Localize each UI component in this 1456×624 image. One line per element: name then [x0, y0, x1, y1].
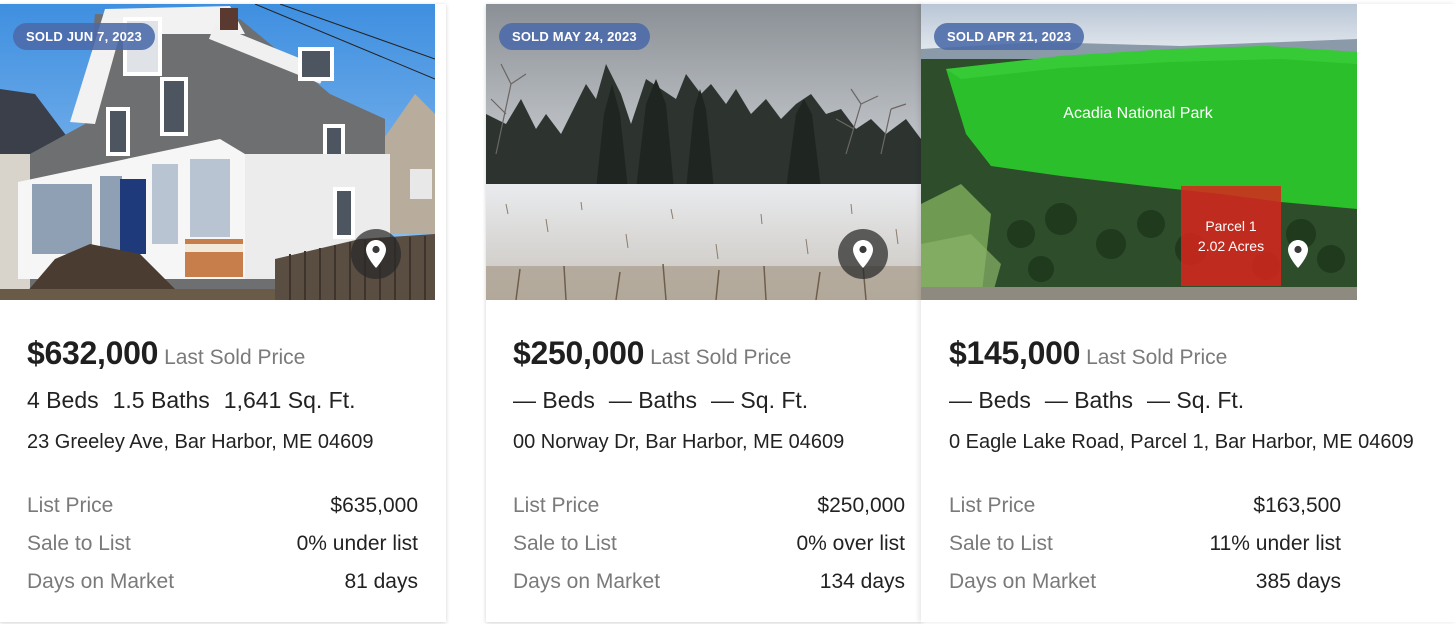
listing-address[interactable]: 00 Norway Dr, Bar Harbor, ME 04609 [513, 431, 844, 454]
detail-value: 81 days [344, 570, 418, 593]
map-pin-button[interactable] [838, 229, 888, 279]
sold-date-badge: SOLD MAY 24, 2023 [499, 23, 650, 50]
detail-value: $250,000 [817, 494, 905, 517]
price-label: Last Sold Price [1086, 346, 1228, 369]
detail-label: List Price [513, 494, 600, 517]
beds-count: 4 Beds [27, 387, 99, 413]
sold-price: $632,000 [27, 335, 159, 371]
parcel-acres-label: 2.02 Acres [1198, 238, 1264, 254]
baths-count: — Baths [1044, 387, 1134, 413]
sold-price: $250,000 [513, 335, 645, 371]
park-label: Acadia National Park [1063, 105, 1213, 122]
listing-card-greeley[interactable]: SOLD JUN 7, 2023 $632,000 Last Sold Price… [0, 4, 446, 622]
square-feet: — Sq. Ft. [711, 387, 809, 413]
detail-label: List Price [27, 494, 114, 517]
detail-value: 0% over list [796, 532, 905, 555]
price-row: $145,000 Last Sold Price [949, 335, 1227, 372]
map-pin-button[interactable] [351, 229, 401, 279]
detail-label: Sale to List [949, 532, 1053, 555]
stats-row: — Beds — Baths — Sq. Ft. [949, 387, 1258, 414]
map-pin-button[interactable] [1273, 229, 1323, 279]
detail-label: Days on Market [949, 570, 1097, 593]
listing-card-norway[interactable]: SOLD MAY 24, 2023 $250,000 Last Sold Pric… [486, 4, 922, 622]
sold-price: $145,000 [949, 335, 1081, 371]
detail-label: Days on Market [513, 570, 661, 593]
detail-value: 11% under list [1209, 532, 1341, 555]
price-label: Last Sold Price [164, 346, 306, 369]
price-label: Last Sold Price [650, 346, 792, 369]
beds-count: — Beds [513, 387, 595, 413]
baths-count: — Baths [608, 387, 698, 413]
detail-value: 385 days [1255, 570, 1341, 593]
beds-count: — Beds [949, 387, 1031, 413]
detail-label: Sale to List [513, 532, 617, 555]
map-pin-icon [853, 240, 873, 268]
map-pin-icon [1288, 240, 1308, 268]
stats-row: — Beds — Baths — Sq. Ft. [513, 387, 822, 414]
detail-label: List Price [949, 494, 1036, 517]
square-feet: 1,641 Sq. Ft. [223, 387, 356, 413]
detail-value: $163,500 [1253, 494, 1341, 517]
listing-photo[interactable]: Acadia National Park Parcel 1 2.02 Acres… [921, 4, 1357, 300]
price-row: $632,000 Last Sold Price [27, 335, 305, 372]
sold-date-badge: SOLD JUN 7, 2023 [13, 23, 155, 50]
detail-label: Sale to List [27, 532, 131, 555]
baths-count: 1.5 Baths [112, 387, 210, 413]
listing-photo[interactable]: SOLD MAY 24, 2023 [486, 4, 921, 300]
stats-row: 4 Beds 1.5 Baths 1,641 Sq. Ft. [27, 387, 370, 414]
parcel-label: Parcel 1 [1205, 218, 1257, 234]
listing-photo[interactable]: SOLD JUN 7, 2023 [0, 4, 435, 300]
listing-card-eagle-lake[interactable]: Acadia National Park Parcel 1 2.02 Acres… [921, 4, 1456, 622]
sold-date-badge: SOLD APR 21, 2023 [934, 23, 1085, 50]
detail-value: 0% under list [296, 532, 418, 555]
price-row: $250,000 Last Sold Price [513, 335, 791, 372]
listing-address[interactable]: 23 Greeley Ave, Bar Harbor, ME 04609 [27, 431, 374, 454]
detail-label: Days on Market [27, 570, 175, 593]
detail-value: $635,000 [330, 494, 418, 517]
map-pin-icon [366, 240, 386, 268]
detail-value: 134 days [819, 570, 905, 593]
square-feet: — Sq. Ft. [1147, 387, 1245, 413]
listing-address[interactable]: 0 Eagle Lake Road, Parcel 1, Bar Harbor,… [949, 431, 1414, 454]
